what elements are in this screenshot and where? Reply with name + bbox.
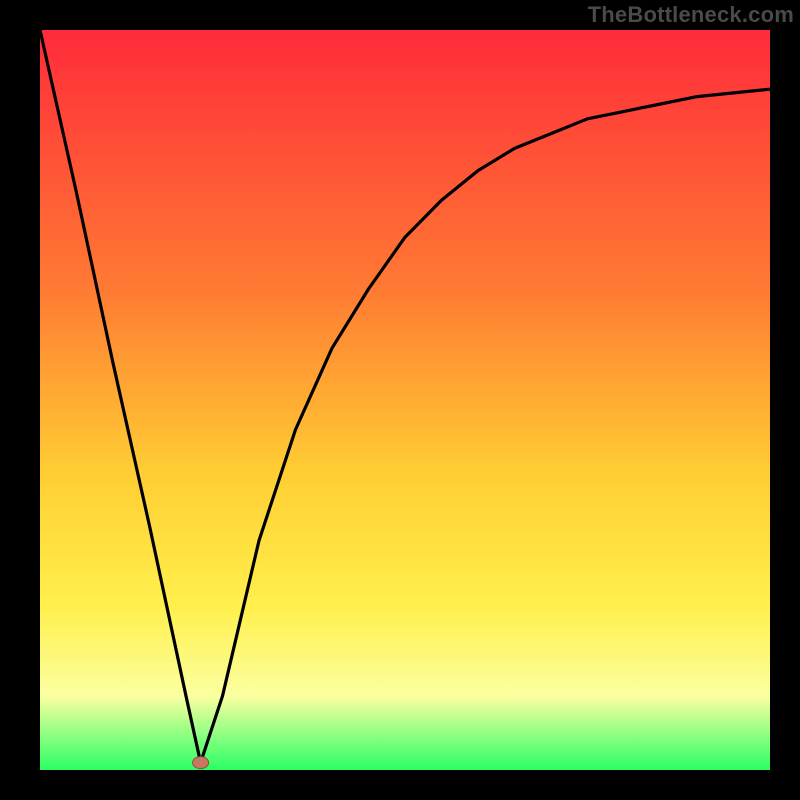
- plot-area: [40, 30, 770, 770]
- chart-frame: { "watermark": "TheBottleneck.com", "col…: [0, 0, 800, 800]
- watermark-text: TheBottleneck.com: [588, 2, 794, 28]
- chart-svg: [0, 0, 800, 800]
- curve-minimum-marker: [193, 757, 209, 769]
